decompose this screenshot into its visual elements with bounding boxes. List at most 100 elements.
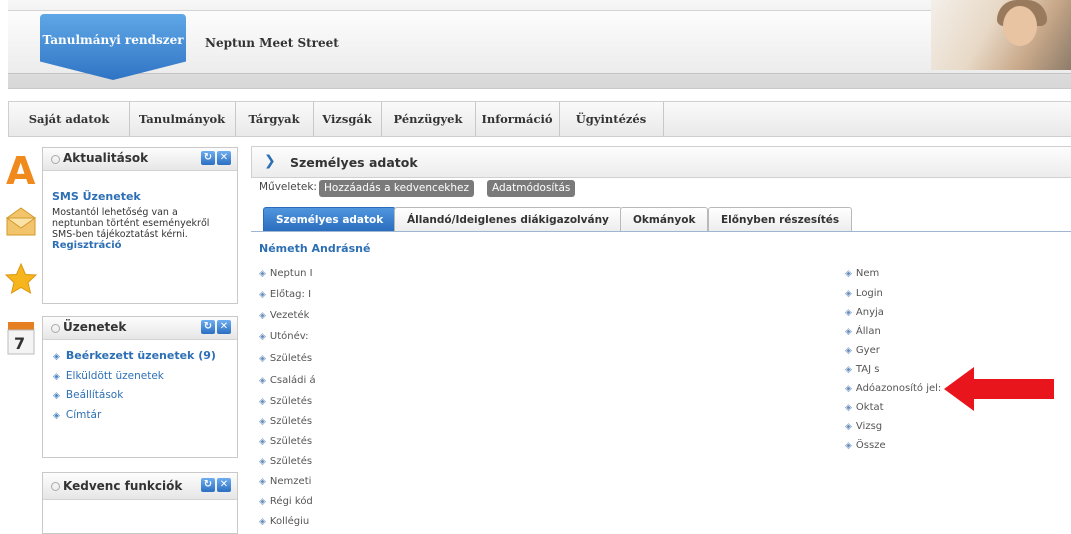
svg-text:7: 7 [14, 334, 25, 353]
panel-bullet-icon [51, 155, 60, 164]
field-row: ◈ Anyja [845, 307, 884, 318]
diamond-bullet-icon: ◈ [845, 289, 852, 299]
student-name: Németh Andrásné [259, 242, 371, 255]
field-label: Születés [269, 396, 313, 407]
menu-item-sajat-adatok[interactable]: Saját adatok [9, 102, 130, 136]
field-label: Neptun I [269, 268, 313, 279]
diamond-bullet-icon: ◈ [259, 376, 266, 386]
field-label: Login [855, 288, 883, 299]
close-icon[interactable]: ✕ [217, 320, 231, 334]
main-menu: Saját adatok Tanulmányok Tárgyak Vizsgák… [8, 101, 1071, 137]
field-label: Születés [269, 456, 313, 467]
diamond-bullet-icon: ◈ [259, 397, 266, 407]
menu-item-vizsgak[interactable]: Vizsgák [313, 102, 382, 136]
meet-street-link[interactable]: Neptun Meet Street [205, 36, 339, 50]
svg-text:A: A [6, 150, 36, 188]
refresh-icon[interactable]: ↻ [201, 478, 215, 492]
field-label: Oktat [855, 402, 884, 413]
close-icon[interactable]: ✕ [217, 151, 231, 165]
sms-text-line-3: SMS-ben tájékoztatást kérni. [52, 229, 188, 240]
messages-panel-header: Üzenetek ↻ ✕ [43, 317, 237, 340]
field-row: ◈ Utónév: [259, 331, 309, 342]
diamond-bullet-icon: ◈ [845, 308, 852, 318]
message-item-settings[interactable]: ◈ Beállítások [53, 389, 123, 401]
field-label: Családi á [269, 375, 316, 386]
menu-item-targyak[interactable]: Tárgyak [235, 102, 314, 136]
diamond-bullet-icon: ◈ [259, 457, 266, 467]
news-panel-header: Aktualitások ↻ ✕ [43, 148, 237, 171]
field-label: Anyja [855, 307, 884, 318]
field-row: ◈ Vezeték [259, 310, 309, 321]
field-row: ◈ Állan [845, 326, 881, 337]
header-photo-face [1003, 6, 1037, 46]
font-a-icon[interactable]: A [4, 150, 38, 188]
red-arrow-annotation-icon [944, 367, 1054, 411]
menu-item-tanulmanyok[interactable]: Tanulmányok [129, 102, 236, 136]
field-row: ◈ Login [845, 288, 883, 299]
refresh-icon[interactable]: ↻ [201, 320, 215, 334]
news-panel: Aktualitások ↻ ✕ SMS Üzenetek Mostantól … [42, 147, 238, 304]
field-label: Születés [269, 436, 313, 447]
field-row: ◈ Előtag: I [259, 289, 311, 300]
message-item-label: Címtár [65, 409, 102, 421]
calendar-icon[interactable]: 7 [4, 318, 38, 358]
field-row: ◈ Régi kód [259, 496, 313, 507]
field-label: Előtag: I [269, 289, 312, 300]
diamond-bullet-icon: ◈ [53, 411, 60, 421]
diamond-bullet-icon: ◈ [53, 372, 60, 382]
field-label: Kollégiu [269, 516, 310, 527]
field-row: ◈ Születés [259, 436, 312, 447]
close-icon[interactable]: ✕ [217, 478, 231, 492]
field-label: Nem [855, 268, 880, 279]
diamond-bullet-icon: ◈ [53, 352, 60, 362]
message-item-directory[interactable]: ◈ Címtár [53, 409, 101, 421]
envelope-icon[interactable] [4, 204, 38, 238]
diamond-bullet-icon: ◈ [53, 391, 60, 401]
diamond-bullet-icon: ◈ [259, 332, 266, 342]
tab-szemelyes-adatok[interactable]: Személyes adatok [263, 207, 397, 232]
favorites-panel-header: Kedvenc funkciók ↻ ✕ [43, 473, 237, 500]
panel-bullet-icon [51, 324, 60, 333]
tab-elonyben-reszesites[interactable]: Előnyben részesítés [708, 207, 853, 232]
diamond-bullet-icon: ◈ [259, 290, 266, 300]
news-panel-title: Aktualitások [63, 151, 149, 165]
diamond-bullet-icon: ◈ [259, 517, 266, 527]
field-label: Születés [269, 416, 313, 427]
sms-text: Mostantól lehetőség van a neptunban tört… [52, 207, 209, 251]
modify-data-button[interactable]: Adatmódosítás [487, 180, 576, 197]
diamond-bullet-icon: ◈ [845, 327, 852, 337]
message-item-inbox[interactable]: ◈ Beérkezett üzenetek (9) [53, 349, 216, 362]
field-label: Utónév: [269, 331, 309, 342]
field-row: ◈ Neptun I [259, 268, 313, 279]
message-item-sent[interactable]: ◈ Elküldött üzenetek [53, 370, 164, 382]
message-item-label: Beérkezett üzenetek (9) [65, 349, 216, 362]
field-label: Születés [269, 353, 313, 364]
messages-panel-title: Üzenetek [63, 320, 127, 334]
operations-label: Műveletek: [259, 181, 317, 193]
field-row: ◈ Születés [259, 353, 312, 364]
field-row: ◈ TAJ s [845, 364, 879, 375]
diamond-bullet-icon: ◈ [845, 422, 852, 432]
diamond-bullet-icon: ◈ [259, 269, 266, 279]
message-item-label: Beállítások [65, 389, 124, 401]
register-link[interactable]: Regisztráció [52, 240, 209, 251]
menu-item-penzugyek[interactable]: Pénzügyek [381, 102, 476, 136]
refresh-icon[interactable]: ↻ [201, 151, 215, 165]
star-icon[interactable] [4, 262, 38, 296]
field-row: ◈ Kollégiu [259, 516, 309, 527]
field-row: ◈ Születés [259, 396, 312, 407]
field-label: Vizsg [855, 421, 883, 432]
diamond-bullet-icon: ◈ [259, 417, 266, 427]
tab-okmanyok[interactable]: Okmányok [620, 207, 709, 232]
sms-text-line-1: Mostantól lehetőség van a [52, 207, 178, 218]
main-header: ❯ Személyes adatok [251, 146, 1071, 178]
field-row: ◈ Oktat [845, 402, 884, 413]
menu-item-informacio[interactable]: Információ [475, 102, 560, 136]
tab-diakigazolvany[interactable]: Állandó/Ideiglenes diákigazolvány [394, 207, 622, 232]
menu-item-ugyintezes[interactable]: Ügyintézés [559, 102, 664, 136]
field-row: ◈ Családi á [259, 375, 316, 386]
message-item-label: Elküldött üzenetek [65, 370, 164, 382]
add-favorite-button[interactable]: Hozzáadás a kedvencekhez [319, 180, 474, 197]
favorites-panel: Kedvenc funkciók ↻ ✕ [42, 472, 238, 534]
diamond-bullet-icon: ◈ [259, 477, 266, 487]
